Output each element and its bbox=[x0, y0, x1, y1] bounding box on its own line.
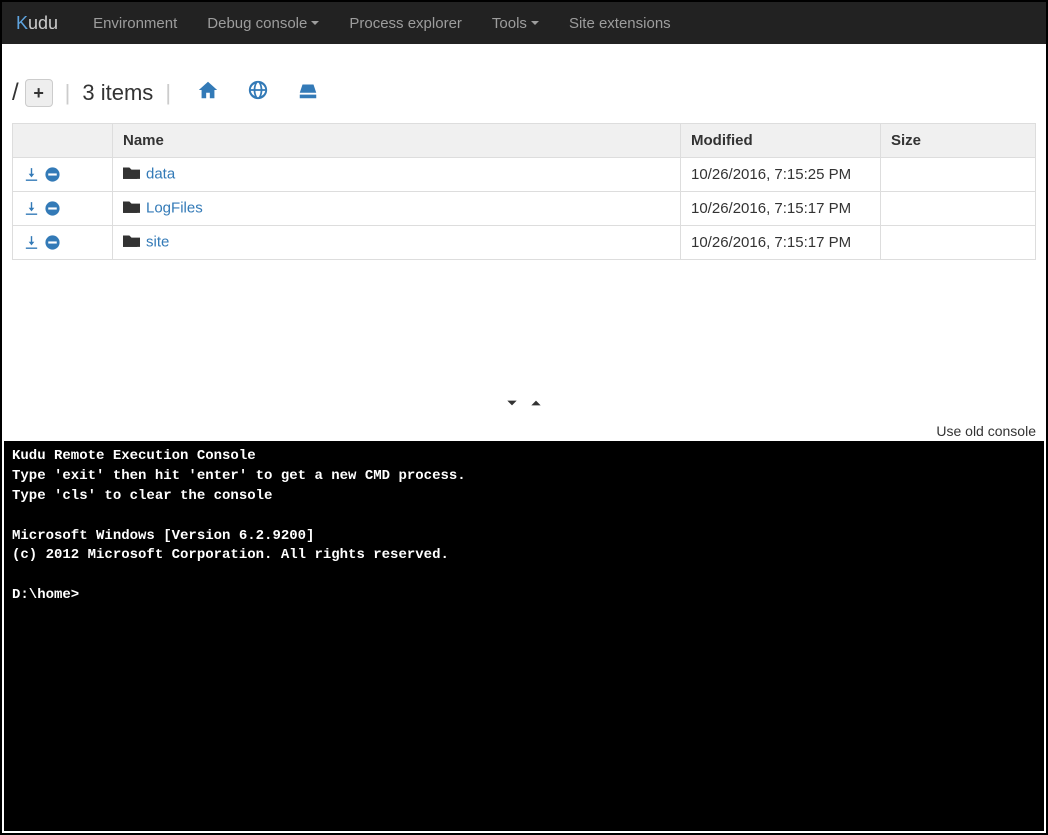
path-bar: / + | 3 items | bbox=[12, 44, 1036, 123]
folder-link[interactable]: data bbox=[146, 165, 175, 182]
size-cell bbox=[881, 226, 1036, 260]
table-row: LogFiles 10/26/2016, 7:15:17 PM bbox=[13, 192, 1036, 226]
col-modified: Modified bbox=[681, 124, 881, 158]
table-row: data 10/26/2016, 7:15:25 PM bbox=[13, 158, 1036, 192]
download-icon[interactable] bbox=[23, 234, 40, 251]
nav-item-site-extensions[interactable]: Site extensions bbox=[554, 2, 686, 44]
folder-link[interactable]: LogFiles bbox=[146, 199, 203, 216]
nav-items: EnvironmentDebug console Process explore… bbox=[78, 2, 686, 44]
disk-icon[interactable] bbox=[297, 79, 319, 107]
table-row: site 10/26/2016, 7:15:17 PM bbox=[13, 226, 1036, 260]
file-table: Name Modified Size data 10/26/2016, 7:15:… bbox=[12, 123, 1036, 260]
modified-cell: 10/26/2016, 7:15:17 PM bbox=[681, 226, 881, 260]
col-actions bbox=[13, 124, 113, 158]
nav-item-tools[interactable]: Tools bbox=[477, 2, 554, 44]
caret-icon bbox=[311, 21, 319, 25]
path-root[interactable]: / bbox=[12, 79, 19, 107]
divider: | bbox=[165, 80, 171, 106]
brand-rest: udu bbox=[28, 13, 58, 33]
name-cell: site bbox=[113, 226, 681, 260]
actions-cell bbox=[13, 192, 113, 226]
actions-cell bbox=[13, 226, 113, 260]
nav-item-environment[interactable]: Environment bbox=[78, 2, 192, 44]
nav-item-debug-console[interactable]: Debug console bbox=[192, 2, 334, 44]
console-link-row: Use old console bbox=[2, 419, 1046, 441]
actions-cell bbox=[13, 158, 113, 192]
use-old-console-link[interactable]: Use old console bbox=[936, 423, 1036, 439]
delete-icon[interactable] bbox=[44, 200, 61, 217]
name-cell: LogFiles bbox=[113, 192, 681, 226]
folder-icon bbox=[123, 199, 140, 218]
console-output[interactable]: Kudu Remote Execution Console Type 'exit… bbox=[4, 441, 1044, 831]
col-size: Size bbox=[881, 124, 1036, 158]
delete-icon[interactable] bbox=[44, 234, 61, 251]
home-icon[interactable] bbox=[197, 79, 219, 107]
delete-icon[interactable] bbox=[44, 166, 61, 183]
col-name: Name bbox=[113, 124, 681, 158]
download-icon[interactable] bbox=[23, 166, 40, 183]
folder-link[interactable]: site bbox=[146, 233, 169, 250]
size-cell bbox=[881, 158, 1036, 192]
add-button[interactable]: + bbox=[25, 79, 53, 107]
folder-icon bbox=[123, 165, 140, 184]
splitter bbox=[2, 390, 1046, 419]
navbar: Kudu EnvironmentDebug console Process ex… bbox=[2, 2, 1046, 44]
brand-prefix: K bbox=[16, 13, 28, 33]
size-cell bbox=[881, 192, 1036, 226]
nav-item-process-explorer[interactable]: Process explorer bbox=[334, 2, 477, 44]
modified-cell: 10/26/2016, 7:15:17 PM bbox=[681, 192, 881, 226]
chevron-down-icon[interactable] bbox=[504, 396, 520, 410]
caret-icon bbox=[531, 21, 539, 25]
globe-icon[interactable] bbox=[247, 79, 269, 107]
modified-cell: 10/26/2016, 7:15:25 PM bbox=[681, 158, 881, 192]
divider: | bbox=[65, 80, 71, 106]
chevron-up-icon[interactable] bbox=[528, 396, 544, 410]
navbar-brand[interactable]: Kudu bbox=[16, 13, 58, 34]
name-cell: data bbox=[113, 158, 681, 192]
folder-icon bbox=[123, 233, 140, 252]
item-count: 3 items bbox=[82, 80, 153, 106]
download-icon[interactable] bbox=[23, 200, 40, 217]
